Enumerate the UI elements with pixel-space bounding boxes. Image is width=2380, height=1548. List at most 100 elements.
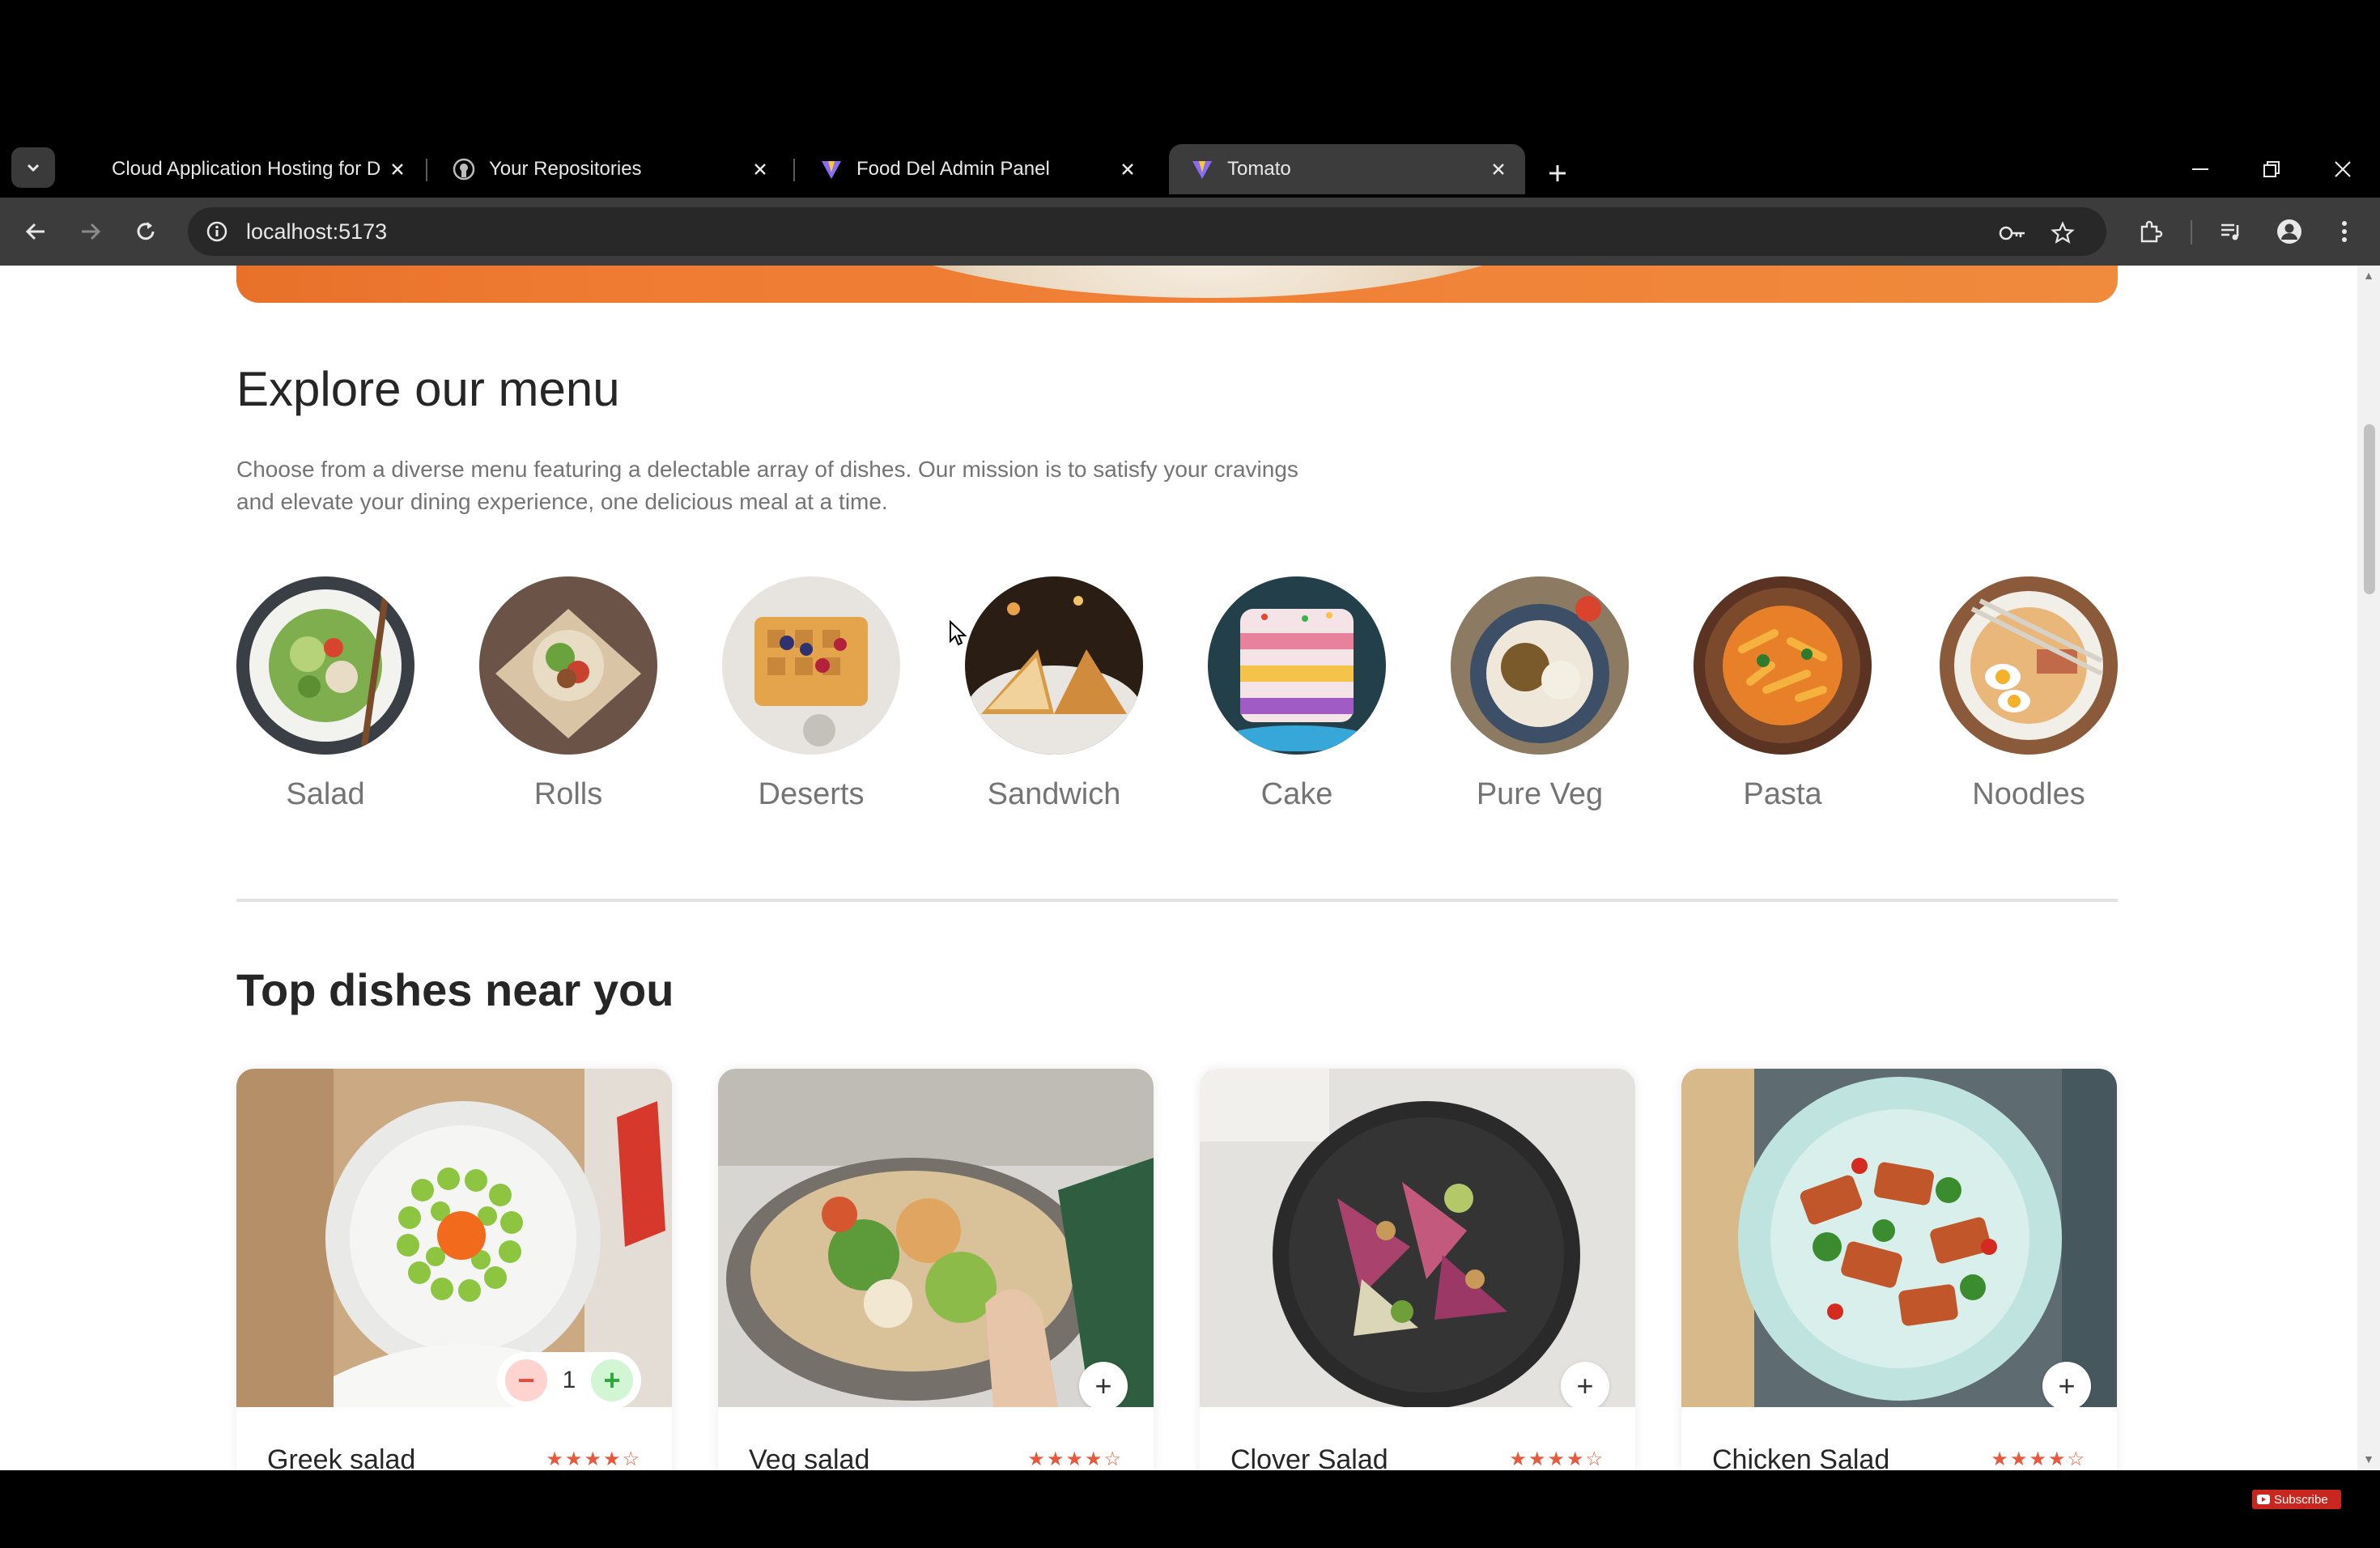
forward-button[interactable] [71, 212, 110, 251]
dish-card-greek-salad: − 1 + Greek salad ★★★★☆ [236, 1069, 672, 1470]
explore-menu-title: Explore our menu [236, 362, 620, 416]
media-controls-button[interactable] [2212, 212, 2250, 251]
menu-button[interactable] [2325, 212, 2364, 251]
menu-item-noodles[interactable]: Noodles [1940, 576, 2118, 812]
profile-button[interactable] [2270, 212, 2309, 251]
github-icon [452, 157, 476, 181]
explore-menu-list: Salad Rolls Deserts Sandwich Cake Pure V… [236, 576, 2118, 819]
dish-card-chicken-salad: + Chicken Salad ★★★★☆ [1681, 1069, 2117, 1470]
scroll-thumb[interactable] [2364, 424, 2375, 594]
minimize-button[interactable] [2176, 149, 2225, 189]
pasta-image [1694, 576, 1872, 755]
bookmark-star-icon[interactable] [2043, 215, 2082, 251]
item-counter: − 1 + [497, 1352, 641, 1407]
scroll-up-icon[interactable]: ▲ [2362, 269, 2375, 282]
extensions-button[interactable] [2131, 212, 2170, 251]
menu-label: Pasta [1743, 777, 1822, 811]
queue-music-icon [2221, 223, 2239, 240]
menu-label: Pure Veg [1476, 777, 1604, 811]
browser-toolbar: localhost:5173 [0, 198, 2380, 266]
salad-image [236, 576, 414, 755]
back-button[interactable] [16, 212, 55, 251]
tab-cloud-hosting[interactable]: Cloud Application Hosting for D [91, 144, 424, 194]
page-viewport: Explore our menu Choose from a diverse m… [0, 266, 2380, 1470]
tab-strip: Cloud Application Hosting for D Your Rep… [0, 141, 2380, 198]
menu-label: Rolls [533, 777, 603, 811]
pure-veg-image [1451, 576, 1629, 755]
add-to-cart-button[interactable]: + [591, 1359, 633, 1401]
scroll-down-icon[interactable]: ▼ [2362, 1452, 2375, 1465]
close-icon[interactable] [1486, 157, 1511, 181]
add-to-cart-button[interactable]: + [1079, 1362, 1128, 1407]
menu-item-deserts[interactable]: Deserts [722, 576, 900, 812]
info-icon[interactable] [199, 214, 235, 249]
tab-separator [793, 159, 795, 181]
tab-tomato[interactable]: Tomato [1169, 144, 1525, 194]
add-to-cart-button[interactable]: + [1561, 1362, 1609, 1407]
menu-label: Cake [1260, 777, 1333, 811]
rating-stars: ★★★★☆ [1509, 1448, 1604, 1470]
dish-name: Clover Salad [1230, 1444, 1388, 1470]
screen: Cloud Application Hosting for D Your Rep… [0, 0, 2380, 1548]
close-icon[interactable] [385, 157, 410, 181]
tab-title: Your Repositories [489, 158, 642, 180]
dish-card-veg-salad: + Veg salad ★★★★☆ [718, 1069, 1154, 1470]
chicken-salad-image: + [1681, 1069, 2117, 1407]
remove-from-cart-button[interactable]: − [505, 1359, 547, 1401]
section-divider [236, 899, 2118, 902]
chevron-down-icon [27, 164, 40, 172]
new-tab-button[interactable] [1538, 154, 1577, 193]
youtube-icon [2257, 1495, 2270, 1504]
menu-item-salad[interactable]: Salad [236, 576, 414, 812]
tab-search-button[interactable] [11, 147, 55, 188]
close-icon[interactable] [1116, 157, 1140, 181]
dish-name: Chicken Salad [1712, 1444, 1890, 1470]
dish-name: Veg salad [749, 1444, 870, 1470]
subscribe-badge: Subscribe [2252, 1490, 2341, 1509]
menu-item-pasta[interactable]: Pasta [1694, 576, 1872, 812]
url-text: localhost:5173 [246, 219, 388, 244]
menu-label: Salad [286, 777, 365, 811]
tab-admin-panel[interactable]: Food Del Admin Panel [798, 144, 1154, 194]
sandwich-image [965, 576, 1143, 755]
subscribe-label: Subscribe [2274, 1492, 2328, 1507]
deserts-image [722, 576, 900, 755]
menu-item-cake[interactable]: Cake [1208, 576, 1386, 812]
close-window-button[interactable] [2318, 149, 2367, 189]
tab-title: Food Del Admin Panel [856, 158, 1050, 180]
toolbar-divider [2191, 220, 2192, 245]
hero-food-image [803, 266, 1613, 298]
menu-item-pure-veg[interactable]: Pure Veg [1451, 576, 1629, 812]
dish-card-clover-salad: + Clover Salad ★★★★☆ [1200, 1069, 1635, 1470]
restore-icon [2263, 161, 2280, 177]
plus-icon [1549, 165, 1566, 181]
veg-salad-image: + [718, 1069, 1154, 1407]
add-to-cart-button[interactable]: + [2042, 1362, 2091, 1407]
close-icon [2335, 161, 2351, 177]
noodles-image [1940, 576, 2118, 755]
close-icon[interactable] [748, 157, 772, 181]
menu-label: Sandwich [987, 777, 1121, 811]
puzzle-icon [2140, 220, 2163, 243]
tab-separator [426, 159, 427, 181]
address-bar[interactable]: localhost:5173 [188, 207, 2106, 256]
password-key-icon[interactable] [1993, 215, 2032, 251]
restore-button[interactable] [2247, 149, 2296, 189]
menu-item-rolls[interactable]: Rolls [479, 576, 657, 812]
rating-stars: ★★★★☆ [1027, 1448, 1123, 1470]
explore-menu-text: Choose from a diverse menu featuring a d… [236, 457, 1298, 514]
arrow-left-icon [25, 223, 45, 240]
mouse-cursor-icon [950, 620, 967, 646]
page-scrollbar[interactable]: ▲ ▼ [2357, 266, 2380, 1470]
more-vertical-icon [2342, 221, 2347, 242]
top-dishes-title: Top dishes near you [236, 964, 674, 1015]
vite-icon [1190, 157, 1214, 181]
rolls-image [479, 576, 657, 755]
tab-your-repositories[interactable]: Your Repositories [431, 144, 787, 194]
cake-image [1208, 576, 1386, 755]
menu-label: Noodles [1972, 777, 2085, 811]
avatar-icon [2277, 219, 2301, 244]
reload-button[interactable] [126, 212, 165, 251]
menu-item-sandwich[interactable]: Sandwich [965, 576, 1143, 812]
rating-stars: ★★★★☆ [1991, 1448, 2086, 1470]
